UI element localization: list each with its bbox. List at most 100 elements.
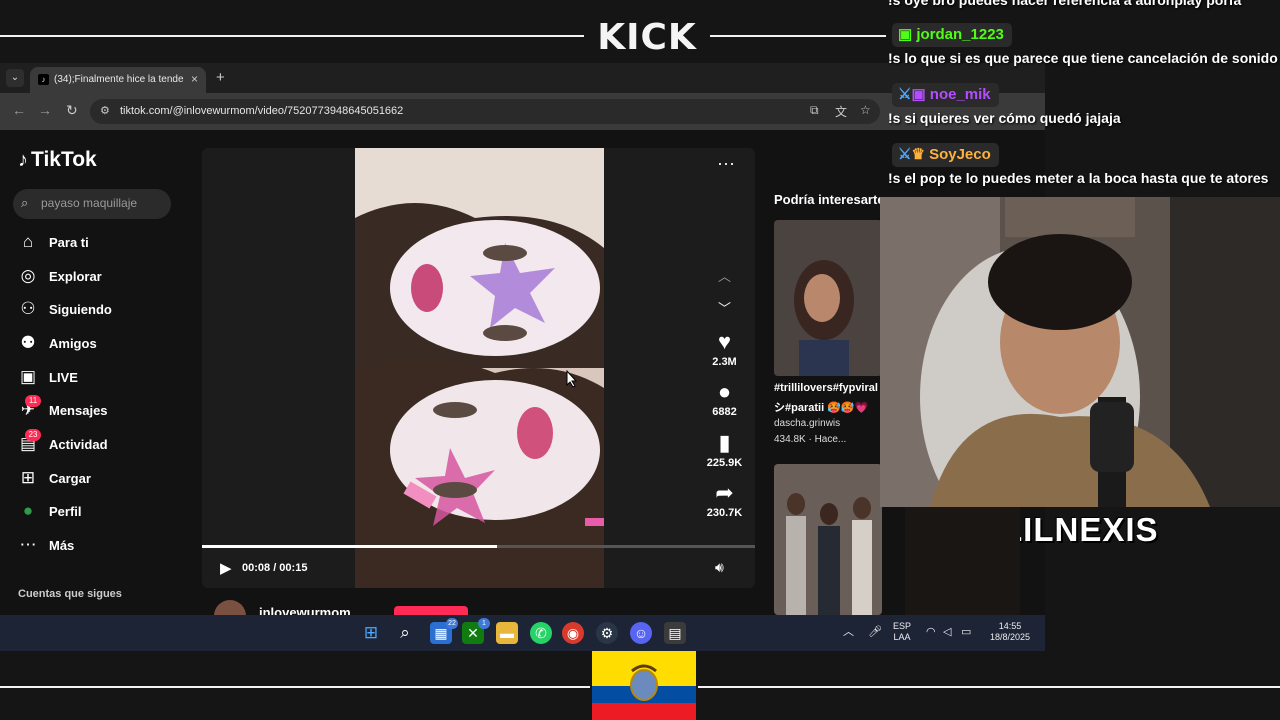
save-action[interactable]: ▮ 225.9K: [697, 430, 752, 470]
translate-icon[interactable]: 文: [835, 103, 847, 120]
author-name[interactable]: inlovewurmom: [259, 605, 351, 615]
search-input[interactable]: [41, 196, 166, 210]
tiktok-logo[interactable]: ♪ TikTok: [18, 148, 97, 172]
battery-icon[interactable]: ▭: [961, 627, 971, 638]
sidebar-item-label: LIVE: [49, 370, 78, 385]
ecuador-flag: [592, 651, 696, 720]
top-line-left: [0, 35, 584, 37]
speaker-icon[interactable]: ◁: [943, 627, 951, 638]
close-tab-icon[interactable]: ×: [191, 72, 198, 86]
notification-badge: 23: [25, 429, 41, 441]
sidebar-item-para-ti[interactable]: ⌂ Para ti: [18, 231, 188, 255]
chat-username-noe: ⚔▣ noe_mik: [892, 83, 999, 107]
video-image: [355, 148, 604, 588]
next-video-icon[interactable]: ﹀: [718, 298, 731, 317]
url-text: tiktok.com/@inlovewurmom/video/752077394…: [120, 105, 404, 117]
site-info-icon[interactable]: ⚙: [100, 104, 110, 117]
sidebar-item-mensajes[interactable]: ✈ 11 Mensajes: [18, 395, 188, 423]
play-icon[interactable]: ▶: [220, 559, 232, 577]
notification-badge: 11: [25, 395, 41, 407]
share-count: 230.7K: [706, 507, 743, 519]
recommendation-thumbnail[interactable]: [774, 220, 882, 376]
sidebar-item-label: Perfil: [49, 504, 82, 519]
xbox-icon[interactable]: ✕ 1: [462, 618, 490, 644]
webcam-image: [880, 197, 1280, 507]
sidebar-item-cargar[interactable]: ⊞ Cargar: [18, 467, 188, 491]
xbox-badge: 1: [478, 618, 490, 629]
recommendation-image: [774, 220, 882, 376]
bookmark-icon: ▮: [718, 430, 731, 455]
comment-count: 6882: [712, 406, 737, 418]
discord-icon[interactable]: ☺: [630, 622, 652, 644]
tiktok-note-icon: ♪: [18, 149, 28, 171]
comment-action[interactable]: ● 6882: [697, 380, 752, 419]
sidebar-item-siguiendo[interactable]: ⚇ Siguiendo: [18, 298, 188, 322]
sidebar-item-amigos[interactable]: ⚉ Amigos: [18, 332, 188, 356]
back-icon[interactable]: ←: [12, 102, 26, 118]
tab-active[interactable]: ♪ (34);Finalmente hice la tendencia ×: [30, 67, 206, 93]
volume-icon[interactable]: 🔊︎: [715, 559, 724, 576]
chat-username: noe_mik: [929, 86, 991, 103]
streamer-name: LILNEXIS: [1002, 511, 1159, 548]
tab-search-button[interactable]: ⌄: [6, 69, 24, 87]
chat-username: jordan_1223: [916, 26, 1004, 43]
app-icon[interactable]: ▤: [664, 622, 686, 644]
clock[interactable]: 14:55 18/8/2025: [986, 621, 1034, 643]
language-indicator[interactable]: ESP LAA: [893, 621, 911, 643]
previous-video-icon[interactable]: ︿: [718, 266, 731, 285]
sidebar-item-explorar[interactable]: ◎ Explorar: [18, 265, 188, 289]
sidebar-item-actividad[interactable]: ▤ 23 Actividad: [18, 429, 188, 457]
tiktok-wordmark: TikTok: [31, 148, 97, 171]
following-accounts-label: Cuentas que sigues: [18, 588, 122, 600]
chat-message: !s el pop te lo puedes meter a la boca h…: [888, 170, 1269, 186]
windows-taskbar: ⊞ ⌕ ▦ 22 ✕ 1 ▬ ✆ ◉ ⚙ ☺ ▤ ︿ 🎤︎ ESP LAA ◠ ◁ …: [0, 615, 1045, 651]
url-field[interactable]: ⚙ tiktok.com/@inlovewurmom/video/7520773…: [90, 99, 880, 124]
steam-icon[interactable]: ⚙: [596, 622, 618, 644]
widgets-icon[interactable]: ▦ 22: [430, 618, 458, 644]
install-app-icon[interactable]: ⧉: [810, 103, 819, 118]
microphone-icon[interactable]: 🎤︎: [868, 627, 882, 638]
save-count: 225.9K: [706, 457, 743, 469]
following-icon: ⚇: [20, 299, 36, 318]
windows-start-icon[interactable]: ⊞: [360, 622, 382, 644]
sidebar-item-perfil[interactable]: ● Perfil: [18, 500, 188, 524]
sidebar-item-live[interactable]: ▣ LIVE: [18, 366, 188, 390]
chat-username-jordan: ▣ jordan_1223: [892, 23, 1012, 47]
forward-icon[interactable]: →: [38, 102, 52, 118]
new-tab-button[interactable]: +: [216, 69, 225, 86]
friends-icon: ⚉: [20, 333, 36, 352]
chrome-icon[interactable]: ◉: [562, 622, 584, 644]
sidebar-item-label: Explorar: [49, 269, 102, 284]
sidebar-item-más[interactable]: ⋯ Más: [18, 534, 188, 558]
search-icon[interactable]: ⌕: [394, 622, 416, 644]
video-frame[interactable]: [355, 148, 604, 588]
compass-icon: ◎: [20, 266, 36, 285]
chat-message: !s si quieres ver cómo quedó jajaja: [888, 110, 1121, 126]
crown-badge-icon: ♛: [911, 146, 930, 163]
recommendation-thumbnail-2[interactable]: [774, 464, 882, 615]
messages-icon: ✈ 11: [18, 395, 41, 420]
search-icon[interactable]: ⌕: [21, 195, 28, 211]
recommendation-user[interactable]: dascha.grinwis: [774, 418, 840, 429]
whatsapp-icon[interactable]: ✆: [530, 622, 552, 644]
language-code: ESP: [893, 621, 912, 631]
recommendation-caption[interactable]: #trillilovers#fypviral: [774, 382, 884, 394]
chat-username-jeco: ⚔♛ SoyJeco: [892, 143, 999, 167]
webcam-feed: [880, 197, 1280, 507]
reload-icon[interactable]: ↻: [66, 102, 78, 119]
show-hidden-icons[interactable]: ︿: [843, 627, 854, 638]
bookmark-star-icon[interactable]: ☆: [860, 103, 871, 117]
tiktok-favicon-icon: ♪: [38, 74, 49, 85]
time-label: 00:08 / 00:15: [242, 562, 308, 574]
clock-time: 14:55: [998, 621, 1022, 631]
file-explorer-icon[interactable]: ▬: [496, 622, 518, 644]
share-action[interactable]: ➦ 230.7K: [697, 481, 752, 520]
avatar[interactable]: [214, 600, 246, 615]
more-options-icon[interactable]: ⋯: [717, 154, 735, 175]
like-action[interactable]: ♥ 2.3M: [697, 330, 752, 369]
follow-button[interactable]: [394, 606, 468, 615]
video-player[interactable]: ⋯ ︿ ﹀ ♥ 2.3M ● 6882 ▮ 225.9K ➦ 230.7K ▶ …: [202, 148, 755, 588]
more-icon: ⋯: [19, 535, 37, 554]
wifi-icon[interactable]: ◠: [926, 627, 936, 638]
progress-bar[interactable]: [202, 545, 755, 548]
